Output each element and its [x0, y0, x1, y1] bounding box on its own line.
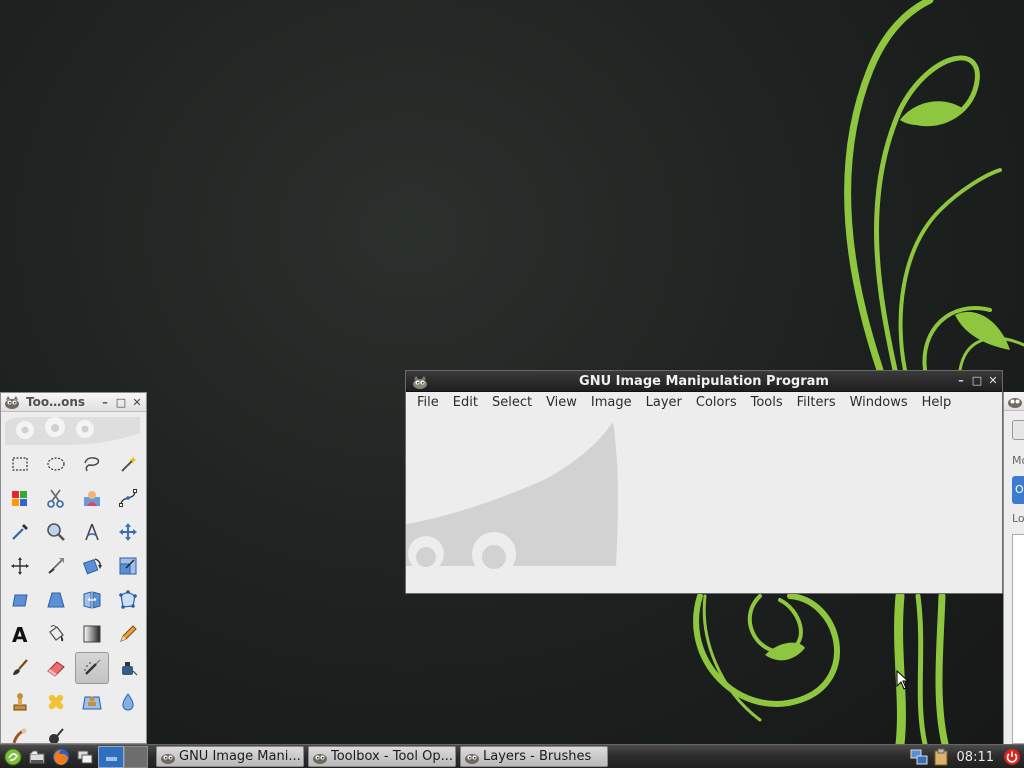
- clone-icon[interactable]: [3, 686, 37, 718]
- file-manager-icon[interactable]: [26, 746, 48, 768]
- power-icon[interactable]: [1002, 747, 1022, 767]
- menu-image[interactable]: Image: [584, 392, 639, 414]
- ellipse-select-icon[interactable]: [39, 448, 73, 480]
- airbrush-icon[interactable]: [75, 652, 109, 684]
- wilber-eyes-icon: [5, 417, 140, 445]
- clock[interactable]: 08:11: [957, 750, 994, 765]
- heal-icon[interactable]: [39, 686, 73, 718]
- perspective-clone-icon[interactable]: [75, 686, 109, 718]
- gimp-wilber-icon: [1008, 398, 1022, 408]
- text-icon[interactable]: A: [3, 618, 37, 650]
- start-menu-button[interactable]: [2, 746, 24, 768]
- close-button[interactable]: ✕: [130, 396, 144, 410]
- mode-selector-label: O: [1015, 483, 1024, 496]
- select-by-color-icon[interactable]: [3, 482, 37, 514]
- toolbox-title: Too…ons: [26, 395, 86, 409]
- eraser-icon[interactable]: [39, 652, 73, 684]
- close-button[interactable]: ✕: [986, 374, 1000, 388]
- mode-selector[interactable]: O: [1012, 476, 1024, 504]
- perspective-icon[interactable]: [39, 584, 73, 616]
- ink-icon[interactable]: [111, 652, 145, 684]
- menu-view[interactable]: View: [539, 392, 584, 414]
- cage-transform-icon[interactable]: [111, 584, 145, 616]
- system-tray: 08:11: [907, 745, 1024, 768]
- menu-filters[interactable]: Filters: [790, 392, 843, 414]
- mode-label: Mo: [1012, 454, 1024, 467]
- scale-icon[interactable]: [111, 550, 145, 582]
- scissors-select-icon[interactable]: [39, 482, 73, 514]
- paths-icon[interactable]: [111, 482, 145, 514]
- task-gimp-main[interactable]: GNU Image Mani...: [156, 746, 304, 767]
- pencil-icon[interactable]: [111, 618, 145, 650]
- main-titlebar[interactable]: GNU Image Manipulation Program – □ ✕: [406, 371, 1002, 392]
- rect-select-icon[interactable]: [3, 448, 37, 480]
- layers-brushes-window: Mo O Lo: [1003, 392, 1024, 744]
- task-layers[interactable]: Layers - Brushes: [460, 746, 608, 767]
- crop-icon[interactable]: [39, 550, 73, 582]
- wilber-watermark-icon: [406, 422, 618, 576]
- move-icon[interactable]: [111, 516, 145, 548]
- menu-tools[interactable]: Tools: [744, 392, 790, 414]
- empty-canvas-area[interactable]: [406, 414, 1002, 593]
- toolbox-window: Too…ons – □ ✕ A: [0, 392, 147, 744]
- smudge-icon[interactable]: [3, 720, 37, 743]
- menu-windows[interactable]: Windows: [843, 392, 915, 414]
- minimize-button[interactable]: –: [98, 396, 112, 410]
- lock-label: Lo: [1012, 512, 1024, 525]
- shear-icon[interactable]: [3, 584, 37, 616]
- gimp-wilber-icon: [313, 753, 327, 764]
- mouse-cursor-icon: [896, 670, 910, 690]
- task-label: GNU Image Mani...: [179, 749, 301, 764]
- free-select-icon[interactable]: [75, 448, 109, 480]
- gradient-icon[interactable]: [75, 618, 109, 650]
- paintbrush-icon[interactable]: [3, 652, 37, 684]
- task-label: Toolbox - Tool Op...: [331, 749, 453, 764]
- window-switcher-icon[interactable]: [74, 746, 96, 768]
- color-picker-icon[interactable]: [3, 516, 37, 548]
- svg-text:A: A: [12, 623, 28, 645]
- minimize-button[interactable]: –: [954, 374, 968, 388]
- task-toolbox[interactable]: Toolbox - Tool Op...: [308, 746, 456, 767]
- layers-titlebar[interactable]: [1004, 392, 1024, 411]
- firefox-icon[interactable]: [50, 746, 72, 768]
- foreground-select-icon[interactable]: [75, 482, 109, 514]
- gimp-wilber-icon: [465, 753, 479, 764]
- blur-icon[interactable]: [111, 686, 145, 718]
- menu-layer[interactable]: Layer: [639, 392, 689, 414]
- flip-icon[interactable]: [75, 584, 109, 616]
- network-icon[interactable]: [909, 747, 929, 767]
- menu-help[interactable]: Help: [915, 392, 959, 414]
- maximize-button[interactable]: □: [114, 396, 128, 410]
- tool-grid: A: [3, 448, 146, 743]
- align-icon[interactable]: [3, 550, 37, 582]
- menu-file[interactable]: File: [410, 392, 446, 414]
- gimp-wilber-icon: [161, 753, 175, 764]
- gimp-wilber-icon: [5, 396, 19, 409]
- maximize-button[interactable]: □: [970, 374, 984, 388]
- layers-list[interactable]: [1012, 534, 1024, 744]
- desktop-1-pager[interactable]: [98, 745, 124, 768]
- menu-select[interactable]: Select: [485, 392, 539, 414]
- dodge-burn-icon[interactable]: [39, 720, 73, 743]
- task-label: Layers - Brushes: [483, 749, 592, 764]
- menu-edit[interactable]: Edit: [446, 392, 485, 414]
- clipboard-icon[interactable]: [931, 747, 951, 767]
- menubar: File Edit Select View Image Layer Colors…: [406, 392, 1002, 414]
- zoom-icon[interactable]: [39, 516, 73, 548]
- wilber-drop-area[interactable]: [5, 413, 142, 447]
- tab-icon[interactable]: [1012, 420, 1024, 440]
- gimp-wilber-icon: [413, 376, 427, 389]
- taskbar: GNU Image Mani... Toolbox - Tool Op... L…: [0, 744, 1024, 768]
- desktop-2-pager[interactable]: [124, 745, 148, 768]
- measure-icon[interactable]: [75, 516, 109, 548]
- bucket-fill-icon[interactable]: [39, 618, 73, 650]
- toolbox-titlebar[interactable]: Too…ons – □ ✕: [1, 393, 146, 412]
- main-window-title: GNU Image Manipulation Program: [579, 373, 829, 389]
- gimp-main-window: GNU Image Manipulation Program – □ ✕ Fil…: [405, 370, 1003, 594]
- rotate-icon[interactable]: [75, 550, 109, 582]
- fuzzy-select-icon[interactable]: [111, 448, 145, 480]
- menu-colors[interactable]: Colors: [689, 392, 744, 414]
